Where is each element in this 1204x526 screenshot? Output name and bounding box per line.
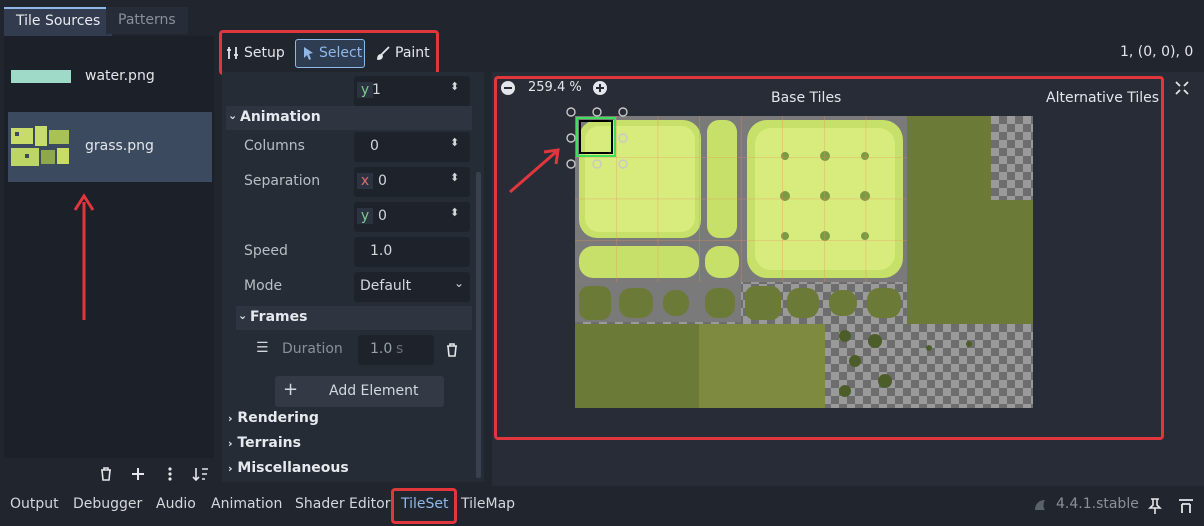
top-y-value: 1 — [372, 82, 381, 98]
water-thumbnail — [11, 70, 71, 83]
spin-arrows-icon[interactable]: ⬍ — [450, 171, 459, 184]
chevron-right-icon: › — [228, 412, 233, 425]
speed-value: 1.0 — [370, 243, 393, 259]
version-label: 4.4.1.stable — [1056, 496, 1139, 512]
drag-handle-icon[interactable]: ☰ — [256, 340, 269, 356]
separation-x-value: 0 — [378, 173, 387, 189]
frame-row: ☰ Duration 1.0 s — [222, 335, 472, 368]
duration-label: Duration — [282, 341, 343, 357]
y-axis-label: y — [357, 82, 373, 98]
miscellaneous-section[interactable]: › Miscellaneous — [228, 460, 349, 476]
mode-value: Default — [360, 278, 412, 294]
top-y-field[interactable]: y 1 ⬍ — [354, 76, 470, 106]
highlight-tileset-tab — [391, 488, 457, 524]
speed-label: Speed — [244, 243, 288, 259]
sort-icon[interactable] — [192, 466, 210, 482]
add-icon: + — [283, 379, 299, 400]
animation-header: Animation — [240, 109, 321, 125]
inspector-scrollbar[interactable] — [476, 172, 481, 478]
speed-row: Speed 1.0 — [222, 237, 472, 270]
miscellaneous-header: Miscellaneous — [237, 460, 349, 476]
separation-label: Separation — [244, 173, 321, 189]
duration-field[interactable]: 1.0 s — [358, 335, 434, 365]
y-axis-label: y — [357, 208, 373, 224]
separation-x-field[interactable]: x 0 ⬍ — [354, 167, 470, 197]
chevron-right-icon: › — [228, 462, 233, 475]
bottom-tab-output[interactable]: Output — [10, 496, 59, 512]
coords-readout: 1, (0, 0), 0 — [1120, 44, 1194, 60]
speed-field[interactable]: 1.0 — [354, 237, 470, 267]
chevron-down-icon: ⌄ — [454, 276, 465, 290]
bottom-tab-debugger[interactable]: Debugger — [73, 496, 142, 512]
add-element-button[interactable]: + Add Element — [275, 376, 444, 407]
more-icon[interactable] — [162, 466, 178, 482]
separation-y-value: 0 — [378, 208, 387, 224]
tab-patterns[interactable]: Patterns — [106, 7, 188, 34]
grass-thumbnail — [11, 126, 69, 166]
terrains-section[interactable]: › Terrains — [228, 435, 301, 451]
highlight-viewport — [494, 76, 1164, 440]
add-element-label: Add Element — [329, 383, 419, 399]
chevron-down-icon: ⌄ — [228, 109, 238, 122]
source-label-water: water.png — [85, 68, 155, 84]
duration-value: 1.0 — [370, 341, 393, 357]
separation-x-row: Separation x 0 ⬍ — [222, 167, 472, 200]
mode-label: Mode — [244, 278, 283, 294]
spin-arrows-icon[interactable]: ⬍ — [450, 206, 459, 219]
source-item-water[interactable]: water.png — [8, 42, 212, 112]
godot-icon — [1035, 500, 1045, 510]
bottom-tab-tilemap[interactable]: TileMap — [461, 496, 515, 512]
frames-section[interactable]: ⌄ Frames — [236, 306, 472, 330]
separation-y-field[interactable]: y 0 ⬍ — [354, 202, 470, 232]
duration-unit: s — [396, 341, 404, 357]
highlight-toolbar — [219, 30, 439, 75]
chevron-down-icon: ⌄ — [238, 309, 248, 322]
expand-panel-icon[interactable] — [1178, 498, 1194, 514]
bottom-tab-animation[interactable]: Animation — [211, 496, 282, 512]
trash-icon[interactable] — [98, 466, 114, 482]
terrains-header: Terrains — [237, 435, 301, 451]
center-view-icon[interactable] — [1174, 80, 1190, 96]
frames-header: Frames — [250, 309, 308, 325]
source-tools — [96, 465, 216, 485]
add-icon[interactable] — [130, 466, 146, 482]
columns-field[interactable]: 0 ⬍ — [354, 132, 470, 162]
spin-arrows-icon[interactable]: ⬍ — [450, 136, 459, 149]
annotation-arrow-up — [73, 193, 95, 320]
chevron-right-icon: › — [228, 437, 233, 450]
panel-tab-bar: Tile Sources Patterns — [0, 0, 1204, 36]
x-axis-label: x — [357, 173, 373, 189]
columns-label: Columns — [244, 138, 305, 154]
tile-inspector: y 1 ⬍ ⌄ Animation Columns 0 ⬍ Separation… — [222, 72, 484, 482]
mode-select[interactable]: Default ⌄ — [354, 272, 470, 302]
rendering-header: Rendering — [237, 410, 319, 426]
trash-icon[interactable] — [444, 342, 460, 358]
rendering-section[interactable]: › Rendering — [228, 410, 319, 426]
source-item-grass[interactable]: grass.png — [8, 112, 212, 182]
top-y-row: y 1 ⬍ — [222, 76, 472, 109]
tab-tile-sources[interactable]: Tile Sources — [4, 7, 113, 36]
mode-row: Mode Default ⌄ — [222, 272, 472, 305]
bottom-tab-audio[interactable]: Audio — [156, 496, 196, 512]
spin-arrows-icon[interactable]: ⬍ — [450, 80, 459, 93]
separation-y-row: y 0 ⬍ — [222, 202, 472, 235]
bottom-tab-shader-editor[interactable]: Shader Editor — [295, 496, 390, 512]
source-label-grass: grass.png — [85, 138, 154, 154]
pin-icon[interactable] — [1148, 498, 1162, 514]
columns-row: Columns 0 ⬍ — [222, 132, 472, 165]
columns-value: 0 — [370, 138, 379, 154]
animation-section[interactable]: ⌄ Animation — [226, 106, 472, 130]
